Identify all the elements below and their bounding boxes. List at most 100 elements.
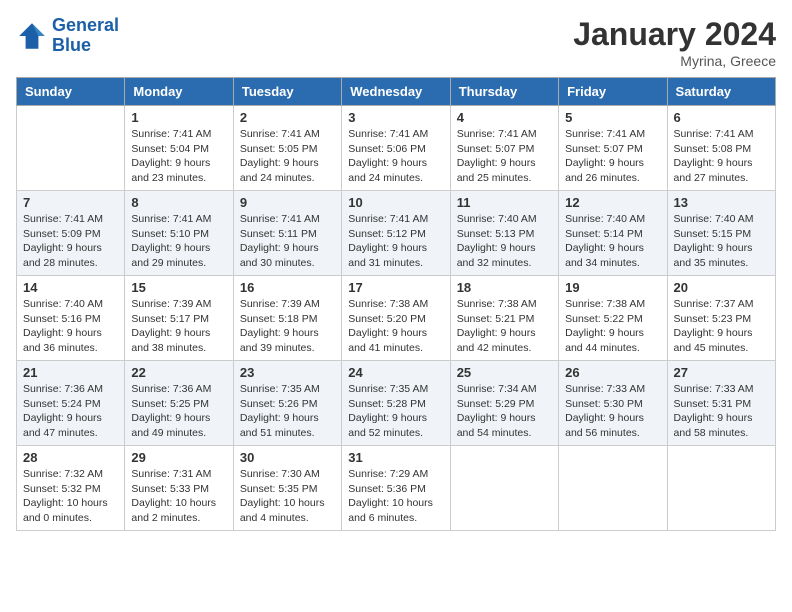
day-info: Sunrise: 7:41 AMSunset: 5:12 PMDaylight:… — [348, 212, 443, 271]
calendar-cell: 11 Sunrise: 7:40 AMSunset: 5:13 PMDayligh… — [450, 191, 558, 276]
calendar-cell: 7Sunrise: 7:41 AMSunset: 5:09 PMDaylight… — [17, 191, 125, 276]
day-number: 27 — [674, 365, 769, 380]
calendar-cell: 18 Sunrise: 7:38 AMSunset: 5:21 PMDayligh… — [450, 276, 558, 361]
calendar-cell: 12 Sunrise: 7:40 AMSunset: 5:14 PMDayligh… — [559, 191, 667, 276]
day-info: Sunrise: 7:41 AMSunset: 5:05 PMDaylight:… — [240, 127, 335, 186]
day-number: 22 — [131, 365, 226, 380]
calendar-table: SundayMondayTuesdayWednesdayThursdayFrid… — [16, 77, 776, 531]
day-info: Sunrise: 7:40 AMSunset: 5:13 PMDaylight:… — [457, 212, 552, 271]
day-number: 8 — [131, 195, 226, 210]
calendar-cell — [450, 446, 558, 531]
week-row-3: 14 Sunrise: 7:40 AMSunset: 5:16 PMDayligh… — [17, 276, 776, 361]
calendar-cell: 9 Sunrise: 7:41 AMSunset: 5:11 PMDaylight… — [233, 191, 341, 276]
day-info: Sunrise: 7:35 AMSunset: 5:26 PMDaylight:… — [240, 382, 335, 441]
day-number: 12 — [565, 195, 660, 210]
day-info: Sunrise: 7:41 AMSunset: 5:04 PMDaylight:… — [131, 127, 226, 186]
column-header-sunday: Sunday — [17, 78, 125, 106]
column-header-tuesday: Tuesday — [233, 78, 341, 106]
calendar-cell: 8Sunrise: 7:41 AMSunset: 5:10 PMDaylight… — [125, 191, 233, 276]
day-info: Sunrise: 7:35 AMSunset: 5:28 PMDaylight:… — [348, 382, 443, 441]
day-number: 9 — [240, 195, 335, 210]
logo: General Blue — [16, 16, 119, 56]
day-number: 6 — [674, 110, 769, 125]
day-number: 24 — [348, 365, 443, 380]
day-info: Sunrise: 7:39 AMSunset: 5:17 PMDaylight:… — [131, 297, 226, 356]
day-info: Sunrise: 7:40 AMSunset: 5:15 PMDaylight:… — [674, 212, 769, 271]
day-number: 10 — [348, 195, 443, 210]
calendar-cell — [559, 446, 667, 531]
day-number: 21 — [23, 365, 118, 380]
calendar-cell: 4Sunrise: 7:41 AMSunset: 5:07 PMDaylight… — [450, 106, 558, 191]
calendar-cell: 5 Sunrise: 7:41 AMSunset: 5:07 PMDaylight… — [559, 106, 667, 191]
day-number: 7 — [23, 195, 118, 210]
calendar-cell: 13 Sunrise: 7:40 AMSunset: 5:15 PMDayligh… — [667, 191, 775, 276]
day-info: Sunrise: 7:34 AMSunset: 5:29 PMDaylight:… — [457, 382, 552, 441]
day-info: Sunrise: 7:37 AMSunset: 5:23 PMDaylight:… — [674, 297, 769, 356]
day-info: Sunrise: 7:32 AMSunset: 5:32 PMDaylight:… — [23, 467, 118, 526]
calendar-cell — [17, 106, 125, 191]
week-row-5: 28 Sunrise: 7:32 AMSunset: 5:32 PMDayligh… — [17, 446, 776, 531]
location: Myrina, Greece — [573, 53, 776, 69]
calendar-cell: 10 Sunrise: 7:41 AMSunset: 5:12 PMDayligh… — [342, 191, 450, 276]
week-row-1: 1Sunrise: 7:41 AMSunset: 5:04 PMDaylight… — [17, 106, 776, 191]
day-info: Sunrise: 7:33 AMSunset: 5:31 PMDaylight:… — [674, 382, 769, 441]
day-number: 26 — [565, 365, 660, 380]
day-number: 29 — [131, 450, 226, 465]
day-info: Sunrise: 7:36 AMSunset: 5:24 PMDaylight:… — [23, 382, 118, 441]
day-number: 28 — [23, 450, 118, 465]
column-header-thursday: Thursday — [450, 78, 558, 106]
day-number: 16 — [240, 280, 335, 295]
day-info: Sunrise: 7:40 AMSunset: 5:16 PMDaylight:… — [23, 297, 118, 356]
column-header-wednesday: Wednesday — [342, 78, 450, 106]
day-info: Sunrise: 7:41 AMSunset: 5:11 PMDaylight:… — [240, 212, 335, 271]
header-row: SundayMondayTuesdayWednesdayThursdayFrid… — [17, 78, 776, 106]
day-number: 14 — [23, 280, 118, 295]
day-info: Sunrise: 7:41 AMSunset: 5:06 PMDaylight:… — [348, 127, 443, 186]
day-info: Sunrise: 7:41 AMSunset: 5:07 PMDaylight:… — [457, 127, 552, 186]
day-number: 30 — [240, 450, 335, 465]
day-number: 11 — [457, 195, 552, 210]
day-number: 18 — [457, 280, 552, 295]
calendar-cell: 24 Sunrise: 7:35 AMSunset: 5:28 PMDayligh… — [342, 361, 450, 446]
calendar-cell: 25Sunrise: 7:34 AMSunset: 5:29 PMDayligh… — [450, 361, 558, 446]
day-info: Sunrise: 7:41 AMSunset: 5:07 PMDaylight:… — [565, 127, 660, 186]
logo-icon — [16, 20, 48, 52]
column-header-friday: Friday — [559, 78, 667, 106]
logo-line2: Blue — [52, 35, 91, 55]
title-block: January 2024 Myrina, Greece — [573, 16, 776, 69]
logo-text: General Blue — [52, 16, 119, 56]
page-header: General Blue January 2024 Myrina, Greece — [16, 16, 776, 69]
day-info: Sunrise: 7:30 AMSunset: 5:35 PMDaylight:… — [240, 467, 335, 526]
day-number: 23 — [240, 365, 335, 380]
day-number: 13 — [674, 195, 769, 210]
day-info: Sunrise: 7:38 AMSunset: 5:21 PMDaylight:… — [457, 297, 552, 356]
day-info: Sunrise: 7:38 AMSunset: 5:20 PMDaylight:… — [348, 297, 443, 356]
calendar-cell: 19 Sunrise: 7:38 AMSunset: 5:22 PMDayligh… — [559, 276, 667, 361]
day-info: Sunrise: 7:41 AMSunset: 5:08 PMDaylight:… — [674, 127, 769, 186]
calendar-cell: 28 Sunrise: 7:32 AMSunset: 5:32 PMDayligh… — [17, 446, 125, 531]
calendar-cell: 26Sunrise: 7:33 AMSunset: 5:30 PMDayligh… — [559, 361, 667, 446]
day-number: 3 — [348, 110, 443, 125]
calendar-cell: 14 Sunrise: 7:40 AMSunset: 5:16 PMDayligh… — [17, 276, 125, 361]
month-year: January 2024 — [573, 16, 776, 53]
calendar-cell: 23 Sunrise: 7:35 AMSunset: 5:26 PMDayligh… — [233, 361, 341, 446]
day-number: 31 — [348, 450, 443, 465]
day-info: Sunrise: 7:31 AMSunset: 5:33 PMDaylight:… — [131, 467, 226, 526]
day-info: Sunrise: 7:38 AMSunset: 5:22 PMDaylight:… — [565, 297, 660, 356]
column-header-saturday: Saturday — [667, 78, 775, 106]
day-number: 15 — [131, 280, 226, 295]
week-row-2: 7Sunrise: 7:41 AMSunset: 5:09 PMDaylight… — [17, 191, 776, 276]
calendar-cell: 31Sunrise: 7:29 AMSunset: 5:36 PMDayligh… — [342, 446, 450, 531]
day-number: 5 — [565, 110, 660, 125]
day-number: 19 — [565, 280, 660, 295]
calendar-cell: 20Sunrise: 7:37 AMSunset: 5:23 PMDayligh… — [667, 276, 775, 361]
day-number: 17 — [348, 280, 443, 295]
logo-line1: General — [52, 15, 119, 35]
calendar-cell — [667, 446, 775, 531]
calendar-cell: 29 Sunrise: 7:31 AMSunset: 5:33 PMDayligh… — [125, 446, 233, 531]
calendar-cell: 2Sunrise: 7:41 AMSunset: 5:05 PMDaylight… — [233, 106, 341, 191]
day-info: Sunrise: 7:40 AMSunset: 5:14 PMDaylight:… — [565, 212, 660, 271]
calendar-cell: 6 Sunrise: 7:41 AMSunset: 5:08 PMDaylight… — [667, 106, 775, 191]
calendar-cell: 1Sunrise: 7:41 AMSunset: 5:04 PMDaylight… — [125, 106, 233, 191]
calendar-cell: 17 Sunrise: 7:38 AMSunset: 5:20 PMDayligh… — [342, 276, 450, 361]
